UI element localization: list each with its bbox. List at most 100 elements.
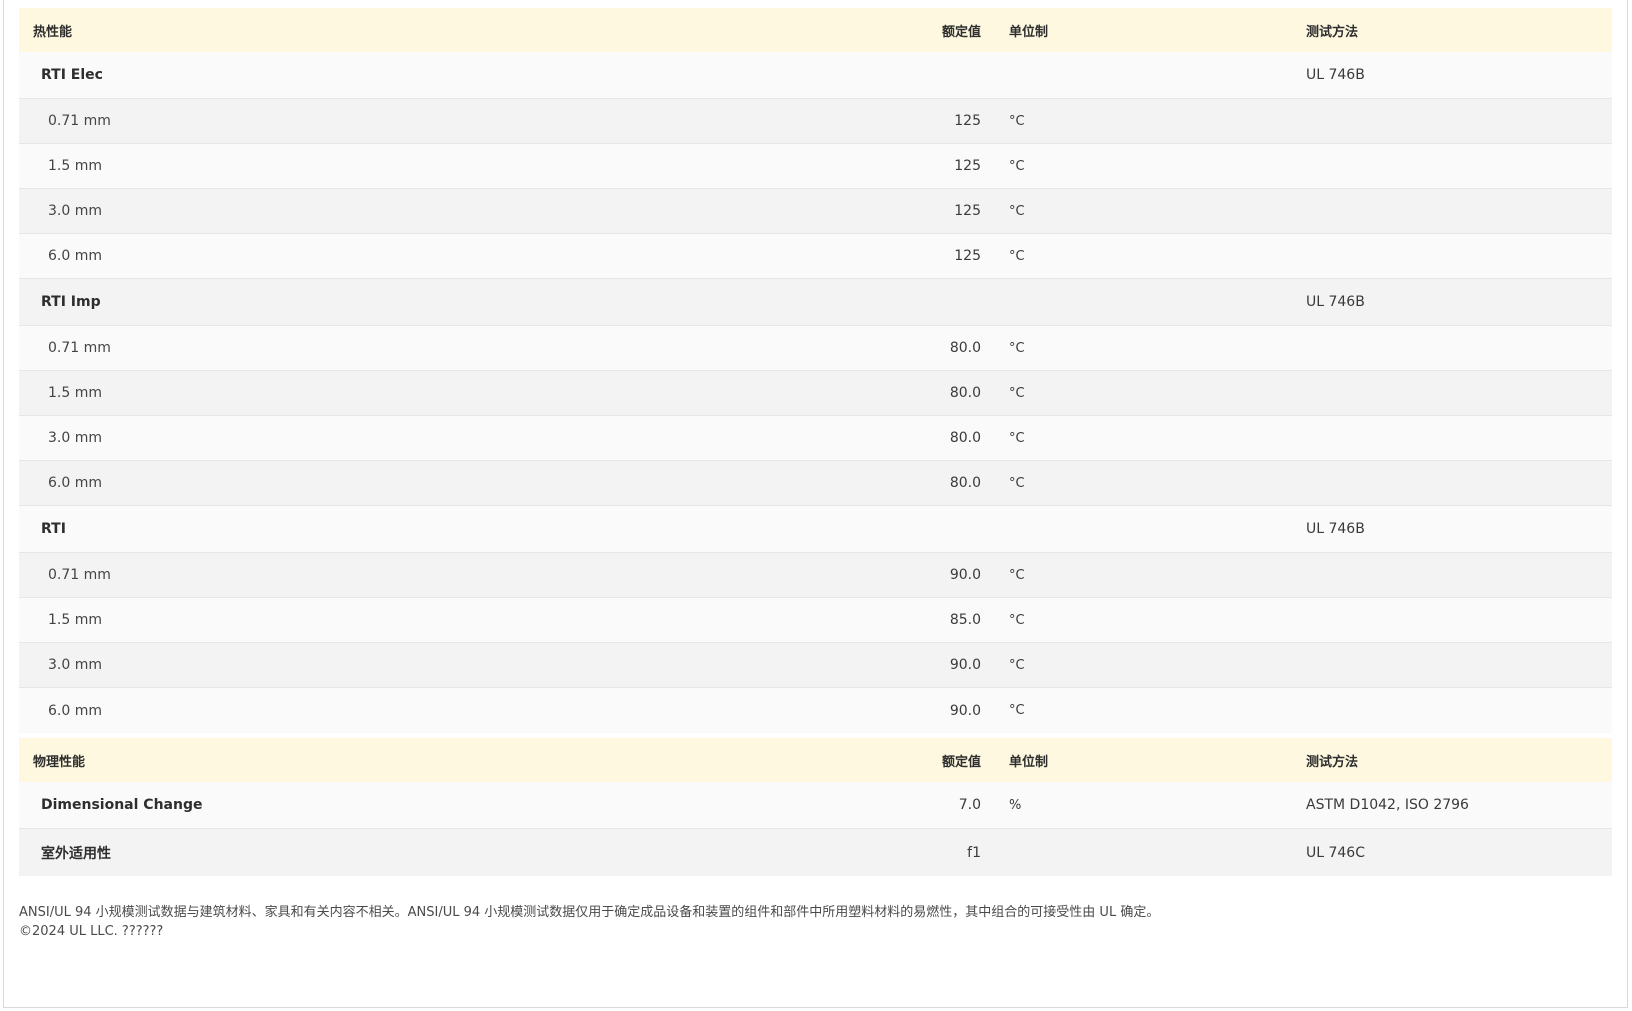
test-method: ASTM D1042, ISO 2796: [1306, 797, 1469, 813]
test-method: UL 746C: [1306, 844, 1365, 861]
unit: °C: [1009, 475, 1025, 491]
thickness-label: 1.5 mm: [48, 385, 102, 401]
thickness-row: 6.0 mm 80.0 °C: [19, 461, 1612, 506]
unit: °C: [1009, 158, 1025, 174]
thickness-row: 0.71 mm 80.0 °C: [19, 326, 1612, 371]
thickness-row: 6.0 mm 125 °C: [19, 234, 1612, 279]
column-header-test-method: 测试方法: [1306, 24, 1359, 40]
column-header-property: 热性能: [33, 24, 73, 40]
test-method: UL 746B: [1306, 294, 1365, 310]
unit: [1009, 52, 1309, 98]
thickness-label: 6.0 mm: [48, 475, 102, 491]
property-name: 室外适用性: [41, 845, 111, 862]
unit: °C: [1009, 657, 1025, 673]
thickness-label: 3.0 mm: [48, 203, 102, 219]
test-method: [1306, 234, 1606, 278]
thickness-label: 6.0 mm: [48, 248, 102, 264]
column-header-property: 物理性能: [33, 754, 86, 770]
test-method: [1306, 643, 1606, 687]
rated-value: 80.0: [949, 340, 981, 356]
unit: [1009, 829, 1309, 876]
property-name: Dimensional Change: [41, 797, 203, 813]
thickness-label: 6.0 mm: [48, 702, 102, 719]
unit: %: [1009, 797, 1022, 813]
test-method: [1306, 99, 1606, 143]
property-name: RTI Elec: [41, 67, 103, 83]
column-header-test-method: 测试方法: [1306, 754, 1359, 770]
unit: °C: [1009, 340, 1025, 356]
rated-value: f1: [967, 844, 981, 861]
rated-value: 80.0: [949, 475, 981, 491]
test-method: [1306, 598, 1606, 642]
thickness-row: 3.0 mm 90.0 °C: [19, 643, 1612, 688]
rated-value: 85.0: [949, 612, 981, 628]
rated-value: [739, 506, 981, 552]
thickness-row: 1.5 mm 85.0 °C: [19, 598, 1612, 643]
rated-value: [739, 52, 981, 98]
rated-value: 125: [954, 248, 981, 264]
thickness-label: 3.0 mm: [48, 430, 102, 446]
property-group-row: 室外适用性 f1 UL 746C: [19, 829, 1612, 876]
test-method: [1306, 144, 1606, 188]
column-header-unit: 单位制: [1009, 24, 1049, 40]
table-header: 物理性能 额定值 单位制 测试方法: [19, 738, 1612, 782]
thickness-row: 0.71 mm 125 °C: [19, 99, 1612, 144]
physical-rows: Dimensional Change 7.0% ASTM D1042, ISO 27…: [19, 782, 1612, 876]
thickness-row: 6.0 mm 90.0 °C: [19, 688, 1612, 733]
unit: °C: [1009, 703, 1025, 718]
unit: °C: [1009, 385, 1025, 401]
unit: °C: [1009, 248, 1025, 264]
table-header: 热性能 额定值 单位制 测试方法: [19, 8, 1612, 52]
unit: [1009, 279, 1309, 325]
property-group-row: RTI Elec UL 746B: [19, 52, 1612, 99]
unit: °C: [1009, 430, 1025, 446]
thickness-row: 1.5 mm 80.0 °C: [19, 371, 1612, 416]
ul94-disclaimer: ANSI/UL 94 小规模测试数据与建筑材料、家具和有关内容不相关。ANSI/…: [19, 905, 1160, 920]
rated-value: 80.0: [949, 385, 981, 401]
test-method: [1306, 461, 1606, 505]
rated-value: 125: [954, 113, 981, 129]
rated-value: 125: [954, 158, 981, 174]
test-method: [1306, 189, 1606, 233]
thickness-label: 1.5 mm: [48, 612, 102, 628]
rated-value: 125: [954, 203, 981, 219]
unit: °C: [1009, 113, 1025, 129]
property-group-row: RTI UL 746B: [19, 506, 1612, 553]
property-group-row: RTI Imp UL 746B: [19, 279, 1612, 326]
unit: °C: [1009, 612, 1025, 628]
test-method: UL 746B: [1306, 67, 1365, 83]
thickness-row: 0.71 mm 90.0 °C: [19, 553, 1612, 598]
rated-value: 90.0: [949, 567, 981, 583]
column-header-value: 额定值: [941, 24, 981, 40]
copyright-notice: ©2024 UL LLC. ??????: [19, 924, 164, 939]
rated-value: [739, 279, 981, 325]
thickness-label: 0.71 mm: [48, 340, 111, 356]
property-name: RTI: [41, 521, 66, 537]
thickness-row: 3.0 mm 125 °C: [19, 189, 1612, 234]
test-method: [1306, 371, 1606, 415]
thickness-label: 1.5 mm: [48, 158, 102, 174]
test-method: [1306, 553, 1606, 597]
footer-notes: ANSI/UL 94 小规模测试数据与建筑材料、家具和有关内容不相关。ANSI/…: [19, 903, 1612, 941]
unit: [1009, 506, 1309, 552]
thermal-rows: RTI Elec UL 746B 0.71 mm 125 °C 1.5 mm 125 °C 3.…: [19, 52, 1612, 733]
thickness-row: 3.0 mm 80.0 °C: [19, 416, 1612, 461]
rated-value: 90.0: [949, 657, 981, 673]
test-method: UL 746B: [1306, 521, 1365, 537]
rated-value: 90.0: [949, 702, 981, 719]
thickness-label: 0.71 mm: [48, 113, 111, 129]
test-method: [1306, 326, 1606, 370]
thickness-label: 0.71 mm: [48, 567, 111, 583]
unit: °C: [1009, 567, 1025, 583]
column-header-value: 额定值: [941, 754, 981, 770]
rated-value: 7.0: [958, 797, 981, 813]
property-name: RTI Imp: [41, 294, 101, 310]
rated-value: 80.0: [949, 430, 981, 446]
physical-properties-table: 物理性能 额定值 单位制 测试方法 Dimensional Change 7.0%…: [19, 738, 1612, 876]
unit: °C: [1009, 203, 1025, 219]
thermal-properties-table: 热性能 额定值 单位制 测试方法 RTI Elec UL 746B 0.71 mm 1…: [19, 8, 1612, 733]
property-group-row: Dimensional Change 7.0% ASTM D1042, ISO 27…: [19, 782, 1612, 829]
test-method: [1306, 416, 1606, 460]
column-header-unit: 单位制: [1009, 754, 1049, 770]
thickness-row: 1.5 mm 125 °C: [19, 144, 1612, 189]
